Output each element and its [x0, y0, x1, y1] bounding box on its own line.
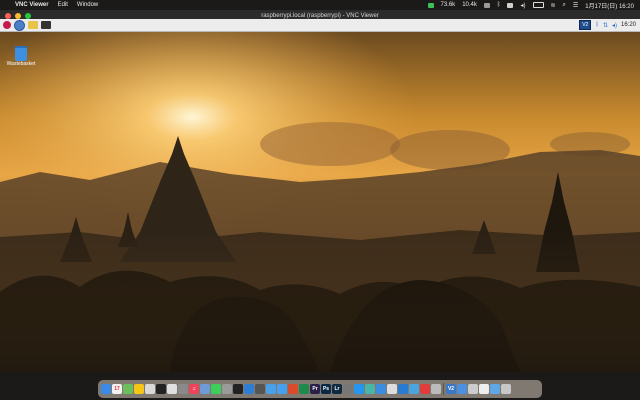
mac-menubar: VNC Viewer Edit Window 73.6k 10.4k ᛒ ◂) …: [0, 0, 640, 10]
file-manager-icon[interactable]: [28, 21, 38, 29]
chrome-icon[interactable]: [167, 384, 177, 394]
status-icon[interactable]: [483, 2, 490, 8]
wifi-icon[interactable]: ≋: [551, 2, 556, 9]
mail-icon[interactable]: [277, 384, 287, 394]
vnc-viewer-icon[interactable]: V2: [446, 384, 456, 394]
docker-icon[interactable]: [354, 384, 364, 394]
desktop-trash[interactable]: Wastebasket: [6, 46, 36, 67]
excel-icon[interactable]: [299, 384, 309, 394]
remote-desktop[interactable]: [0, 32, 640, 372]
terminal-icon[interactable]: [41, 21, 51, 29]
menu-window[interactable]: Window: [77, 2, 98, 8]
clock-text[interactable]: 1月17日(日) 16:20: [585, 1, 634, 10]
app-status-icon[interactable]: [427, 2, 434, 8]
music-icon[interactable]: ♫: [189, 384, 199, 394]
app-j-icon[interactable]: [479, 384, 489, 394]
app-f-icon[interactable]: [420, 384, 430, 394]
menu-edit[interactable]: Edit: [58, 2, 68, 8]
control-center-icon[interactable]: ☰: [573, 2, 578, 9]
folder-icon[interactable]: [490, 384, 500, 394]
trash-icon[interactable]: [501, 384, 511, 394]
clock-icon[interactable]: [156, 384, 166, 394]
finder-icon[interactable]: [101, 384, 111, 394]
lightroom-icon[interactable]: Lr: [332, 384, 342, 394]
preview-icon[interactable]: [200, 384, 210, 394]
app-menu[interactable]: VNC Viewer: [15, 2, 49, 8]
volume-icon[interactable]: ◂): [612, 22, 617, 29]
app-a-icon[interactable]: [343, 384, 353, 394]
facetime-icon[interactable]: [222, 384, 232, 394]
app-c-icon[interactable]: [376, 384, 386, 394]
calculator-icon[interactable]: [178, 384, 188, 394]
volume-icon[interactable]: ◂): [520, 2, 525, 9]
maps-icon[interactable]: [123, 384, 133, 394]
wallpaper-image: [0, 32, 640, 372]
browser-icon[interactable]: [14, 19, 25, 31]
trash-icon: [15, 46, 27, 61]
photo-app-icon[interactable]: [288, 384, 298, 394]
notes-icon[interactable]: [145, 384, 155, 394]
bluetooth-icon[interactable]: ᛒ: [595, 22, 599, 28]
search-icon[interactable]: ⌕: [563, 2, 566, 9]
calendar-icon[interactable]: 17: [112, 384, 122, 394]
desktop-trash-label: Wastebasket: [6, 61, 36, 67]
app-e-icon[interactable]: [409, 384, 419, 394]
taskbar-clock[interactable]: 16:20: [621, 22, 636, 28]
app-i-icon[interactable]: [468, 384, 478, 394]
xcode-icon[interactable]: [244, 384, 254, 394]
app-d-icon[interactable]: [387, 384, 397, 394]
vnc-server-icon[interactable]: V2: [579, 20, 592, 30]
app-h-icon[interactable]: [457, 384, 467, 394]
terminal-icon[interactable]: [233, 384, 243, 394]
vscode-icon[interactable]: [398, 384, 408, 394]
stickies-icon[interactable]: [134, 384, 144, 394]
dock: 17 ♫ Pr Ps Lr V2: [98, 380, 542, 398]
messages-icon[interactable]: [211, 384, 221, 394]
screenshot-icon[interactable]: [255, 384, 265, 394]
bluetooth-icon[interactable]: ᛒ: [497, 2, 501, 8]
dock-separator: [443, 383, 444, 395]
pi-taskbar: V2 ᛒ ⇅ ◂) 16:20: [0, 19, 640, 32]
raspberry-menu-icon[interactable]: [3, 21, 11, 29]
premiere-icon[interactable]: Pr: [310, 384, 320, 394]
safari-icon[interactable]: [266, 384, 276, 394]
input-source-icon[interactable]: [507, 2, 514, 8]
network-stat-2: 10.4k: [462, 2, 477, 8]
app-g-icon[interactable]: [431, 384, 441, 394]
photoshop-icon[interactable]: Ps: [321, 384, 331, 394]
app-b-icon[interactable]: [365, 384, 375, 394]
network-icon[interactable]: ⇅: [603, 22, 608, 29]
battery-icon[interactable]: [532, 2, 544, 8]
network-stat-1: 73.6k: [440, 2, 456, 8]
